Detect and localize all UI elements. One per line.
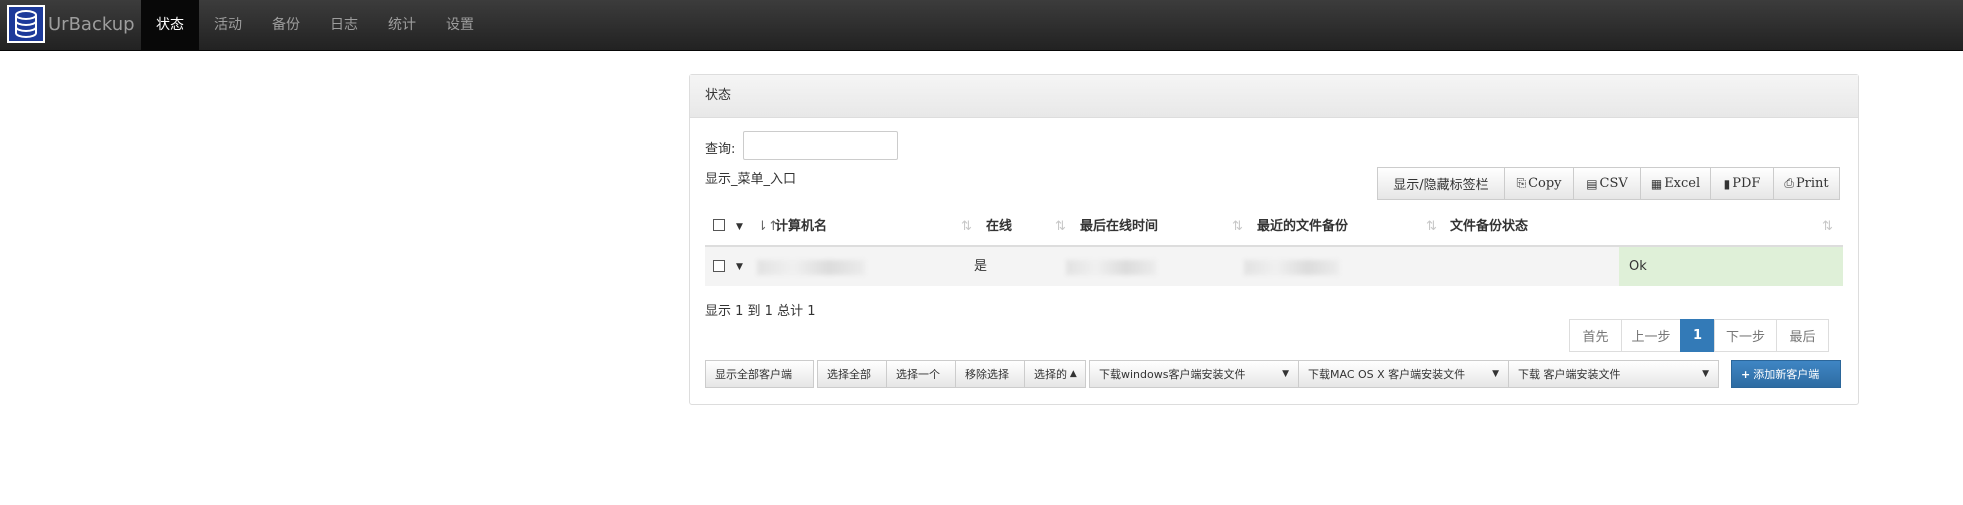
sort-icon[interactable]: ⇅ — [961, 208, 972, 245]
col-file-backup-status[interactable]: 文件备份状态 — [1450, 208, 1528, 245]
table-header: ▼ ⇂↑ 计算机名 ⇅ 在线 ⇅ 最后在线时间 ⇅ 最近的文件备份 ⇅ 文件备份… — [705, 208, 1843, 247]
nav-activities[interactable]: 活动 — [199, 0, 257, 50]
sort-icon[interactable]: ⇅ — [1232, 208, 1243, 245]
table-info: 显示 1 到 1 总计 1 — [705, 304, 816, 319]
download-mac-dropdown[interactable]: 下载MAC OS X 客户端安装文件 ▼ — [1298, 360, 1509, 388]
status-value: Ok — [1629, 259, 1647, 274]
selected-label: 选择的 — [1034, 368, 1067, 381]
col-computer-name[interactable]: 计算机名 — [775, 208, 827, 245]
download-windows-label: 下载windows客户端安装文件 — [1099, 368, 1246, 381]
search-label: 查询: — [705, 142, 736, 157]
csv-icon: ▤ — [1586, 176, 1598, 191]
col-last-seen[interactable]: 最后在线时间 — [1080, 208, 1158, 245]
brand[interactable]: UrBackup — [7, 4, 135, 44]
csv-label: CSV — [1599, 176, 1628, 191]
print-label: Print — [1795, 176, 1829, 191]
pagination: 首先 上一步 1 下一步 最后 — [1569, 319, 1829, 352]
row-checkbox[interactable] — [713, 260, 725, 272]
selected-dropdown[interactable]: 选择的 ▲ — [1024, 360, 1086, 388]
excel-label: Excel — [1664, 176, 1701, 191]
caret-down-icon: ▼ — [1282, 369, 1289, 379]
table-row[interactable]: ▼ 是 Ok — [705, 247, 1843, 286]
copy-label: Copy — [1528, 176, 1562, 191]
page-last[interactable]: 最后 — [1776, 319, 1829, 352]
nav-statistics[interactable]: 统计 — [373, 0, 431, 50]
search-input[interactable] — [743, 131, 898, 160]
database-icon — [7, 5, 45, 43]
csv-button[interactable]: ▤ CSV — [1573, 167, 1641, 200]
download-mac-label: 下载MAC OS X 客户端安装文件 — [1308, 368, 1466, 381]
copy-icon: ⎘ — [1516, 176, 1527, 190]
status-cell — [1619, 247, 1843, 286]
caret-down-icon: ▼ — [1702, 369, 1709, 379]
chevron-down-icon[interactable]: ▼ — [736, 262, 743, 272]
brand-name: UrBackup — [48, 13, 135, 35]
printer-icon: ⎙ — [1784, 176, 1794, 190]
excel-icon: ▦ — [1650, 176, 1663, 191]
last-backup-redacted — [1244, 260, 1339, 275]
panel-title: 状态 — [690, 75, 1858, 118]
excel-button[interactable]: ▦ Excel — [1640, 167, 1711, 200]
page-current[interactable]: 1 — [1680, 319, 1715, 352]
add-client-button[interactable]: + 添加新客户端 — [1731, 360, 1841, 388]
page-next[interactable]: 下一步 — [1714, 319, 1777, 352]
online-value: 是 — [974, 259, 988, 274]
page-prev[interactable]: 上一步 — [1621, 319, 1681, 352]
nav-backups[interactable]: 备份 — [257, 0, 315, 50]
main-nav: 状态 活动 备份 日志 统计 设置 — [141, 0, 489, 50]
sort-icon[interactable]: ⇅ — [1055, 208, 1066, 245]
navbar: UrBackup 状态 活动 备份 日志 统计 设置 — [0, 0, 1963, 51]
pdf-icon: ▮ — [1723, 176, 1731, 191]
table-tools: 显示/隐藏标签栏 ⎘ Copy ▤ CSV ▦ Excel ▮ PDF ⎙ Print — [1377, 167, 1840, 200]
action-bar: 显示全部客户端 选择全部 选择一个 移除选择 选择的 ▲ 下载windows客户… — [705, 360, 1841, 388]
sort-icon[interactable]: ⇅ — [1822, 208, 1833, 245]
page-first[interactable]: 首先 — [1569, 319, 1622, 352]
nav-status[interactable]: 状态 — [141, 0, 199, 50]
caret-down-icon: ▼ — [1492, 369, 1499, 379]
col-online[interactable]: 在线 — [986, 208, 1012, 245]
download-other-dropdown[interactable]: 下载 客户端安装文件 ▼ — [1508, 360, 1719, 388]
sort-icon[interactable]: ⇅ — [1426, 208, 1437, 245]
download-windows-dropdown[interactable]: 下载windows客户端安装文件 ▼ — [1089, 360, 1299, 388]
status-panel: 状态 查询: 显示_菜单_入口 显示/隐藏标签栏 ⎘ Copy ▤ CSV ▦ Exc… — [689, 74, 1859, 405]
last-seen-redacted — [1066, 260, 1156, 275]
show-all-clients-button[interactable]: 显示全部客户端 — [705, 360, 814, 388]
menu-entry-label: 显示_菜单_入口 — [705, 172, 797, 187]
show-hide-columns-button[interactable]: 显示/隐藏标签栏 — [1377, 167, 1505, 200]
caret-up-icon: ▲ — [1067, 369, 1077, 379]
select-all-checkbox[interactable] — [713, 219, 725, 231]
add-client-label: 添加新客户端 — [1753, 368, 1820, 381]
pdf-label: PDF — [1732, 176, 1761, 191]
download-other-label: 下载 客户端安装文件 — [1518, 368, 1621, 381]
plus-icon: + — [1741, 367, 1751, 381]
select-all-button[interactable]: 选择全部 — [817, 360, 887, 388]
copy-button[interactable]: ⎘ Copy — [1504, 167, 1574, 200]
col-last-file-backup[interactable]: 最近的文件备份 — [1257, 208, 1348, 245]
nav-logs[interactable]: 日志 — [315, 0, 373, 50]
clients-table: ▼ ⇂↑ 计算机名 ⇅ 在线 ⇅ 最后在线时间 ⇅ 最近的文件备份 ⇅ 文件备份… — [705, 208, 1843, 286]
print-button[interactable]: ⎙ Print — [1773, 167, 1840, 200]
computer-name-redacted — [757, 260, 865, 275]
remove-selection-button[interactable]: 移除选择 — [955, 360, 1025, 388]
nav-settings[interactable]: 设置 — [431, 0, 489, 50]
pdf-button[interactable]: ▮ PDF — [1710, 167, 1774, 200]
select-one-button[interactable]: 选择一个 — [886, 360, 956, 388]
chevron-down-icon[interactable]: ▼ — [736, 222, 743, 232]
